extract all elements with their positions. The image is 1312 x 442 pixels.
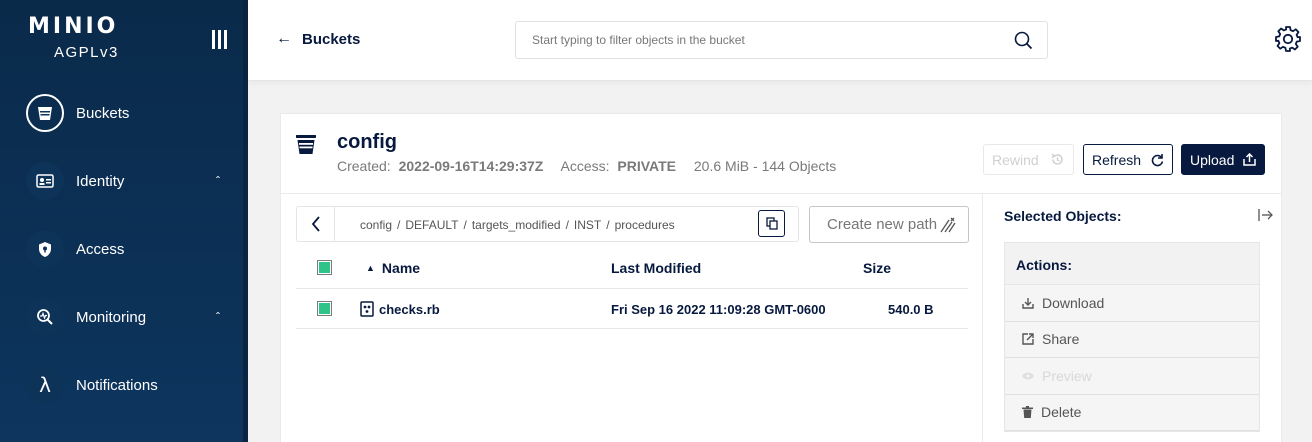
- search-input[interactable]: [516, 22, 996, 58]
- search-icon[interactable]: [1014, 31, 1033, 50]
- sidebar-item-notifications[interactable]: λ Notifications: [26, 365, 236, 405]
- create-new-path-button[interactable]: Create new path: [809, 206, 969, 243]
- chevron-up-icon: ˆ: [216, 310, 220, 324]
- back-link-label: Buckets: [302, 30, 361, 48]
- breadcrumb-separator: /: [463, 218, 467, 232]
- close-panel-icon[interactable]: [1258, 208, 1274, 222]
- size-cell: 540.0 B: [888, 302, 934, 317]
- bucket-usage: 20.6 MiB - 144 Objects: [693, 158, 837, 174]
- sort-ascending-icon: ▲: [366, 263, 375, 273]
- access-label: Access:: [560, 158, 610, 174]
- download-action[interactable]: Download: [1005, 285, 1259, 322]
- bucket-meta: Created: 2022-09-16T14:29:37Z Access: PR…: [337, 158, 836, 174]
- sidebar-item-label: Monitoring: [76, 308, 147, 326]
- share-icon: [1022, 333, 1034, 345]
- sidebar-item-access[interactable]: Access: [26, 229, 236, 269]
- table-row[interactable]: checks.rb Fri Sep 16 2022 11:09:28 GMT-0…: [296, 289, 968, 329]
- action-label: Delete: [1041, 404, 1082, 421]
- column-header-name[interactable]: ▲ Name: [366, 260, 420, 276]
- upload-button[interactable]: Upload: [1181, 144, 1265, 175]
- row-checkbox[interactable]: [317, 301, 332, 316]
- new-path-icon: [940, 217, 956, 233]
- file-icon: [360, 301, 374, 317]
- sidebar: MINIO AGPLv3 Buckets Identity ˆ Access M…: [0, 0, 243, 442]
- selected-objects-title: Selected Objects:: [1004, 208, 1122, 224]
- column-header-label: Name: [381, 260, 421, 276]
- rewind-label: Rewind: [992, 151, 1039, 168]
- upload-icon: [1243, 153, 1256, 166]
- bucket-icon: [296, 135, 316, 154]
- top-bar: ← Buckets: [248, 0, 1312, 81]
- object-filter-search: [515, 21, 1048, 59]
- actions-panel: Actions: Download Share Preview Delete: [1004, 242, 1260, 432]
- monitoring-icon: [26, 298, 64, 336]
- lambda-icon: λ: [26, 366, 64, 404]
- sidebar-item-buckets[interactable]: Buckets: [26, 93, 236, 133]
- breadcrumb-segment-config[interactable]: config: [360, 218, 392, 232]
- breadcrumb-path: config / DEFAULT / targets_modified / INST / pro…: [360, 218, 675, 232]
- column-header-size[interactable]: Size: [863, 260, 891, 276]
- arrow-left-icon: ←: [276, 30, 292, 47]
- last-modified-cell: Fri Sep 16 2022 11:09:28 GMT-0600: [611, 302, 826, 317]
- upload-label: Upload: [1190, 151, 1235, 168]
- identity-icon: [26, 162, 64, 200]
- breadcrumb-separator: /: [397, 218, 401, 232]
- action-label: Download: [1042, 294, 1105, 311]
- column-header-last-modified[interactable]: Last Modified: [611, 260, 701, 276]
- create-new-path-label: Create new path: [827, 216, 938, 233]
- gear-icon[interactable]: [1274, 25, 1302, 53]
- panel-divider: [281, 193, 1281, 194]
- sidebar-item-identity[interactable]: Identity ˆ: [26, 161, 236, 201]
- actions-title: Actions:: [1005, 243, 1259, 285]
- sidebar-item-label: Access: [76, 240, 125, 258]
- sidebar-item-label: Buckets: [76, 104, 130, 122]
- file-name-cell: checks.rb: [360, 301, 440, 317]
- sidebar-item-monitoring[interactable]: Monitoring ˆ: [26, 297, 236, 337]
- access-value: PRIVATE: [617, 158, 676, 174]
- refresh-icon: [1151, 153, 1164, 166]
- breadcrumb: config / DEFAULT / targets_modified / INST / pro…: [296, 206, 799, 242]
- sidebar-item-label: Identity: [76, 172, 125, 190]
- breadcrumb-separator: /: [606, 218, 610, 232]
- download-icon: [1022, 297, 1034, 309]
- breadcrumb-segment-default[interactable]: DEFAULT: [405, 218, 458, 232]
- breadcrumb-segment-procedures[interactable]: procedures: [615, 218, 675, 232]
- minio-logo: MINIO: [28, 14, 119, 39]
- sidebar-item-label: Notifications: [76, 376, 158, 394]
- back-to-buckets-link[interactable]: ← Buckets: [276, 30, 360, 48]
- panel-vertical-divider: [982, 193, 983, 442]
- bucket-icon: [26, 94, 64, 132]
- delete-action[interactable]: Delete: [1005, 394, 1259, 431]
- breadcrumb-back-button[interactable]: [297, 207, 335, 241]
- collapse-sidebar-icon[interactable]: [212, 30, 228, 50]
- bucket-name: config: [337, 131, 397, 153]
- copy-path-button[interactable]: [758, 210, 785, 237]
- trash-icon: [1022, 406, 1033, 419]
- refresh-label: Refresh: [1092, 151, 1142, 168]
- rewind-button[interactable]: Rewind: [983, 144, 1074, 175]
- action-label: Share: [1042, 331, 1080, 348]
- preview-action: Preview: [1005, 358, 1259, 395]
- chevron-up-icon: ˆ: [216, 174, 220, 188]
- license-label: AGPLv3: [54, 44, 119, 61]
- rewind-icon: [1051, 153, 1063, 165]
- shield-icon: [26, 230, 64, 268]
- action-label: Preview: [1042, 367, 1092, 384]
- copy-icon: [765, 217, 778, 230]
- created-value: 2022-09-16T14:29:37Z: [398, 158, 544, 174]
- file-name: checks.rb: [379, 301, 440, 317]
- eye-icon: [1022, 372, 1034, 380]
- share-action[interactable]: Share: [1005, 321, 1259, 358]
- bucket-panel: config Created: 2022-09-16T14:29:37Z Acc…: [280, 113, 1282, 442]
- breadcrumb-segment-targets-modified[interactable]: targets_modified: [472, 218, 561, 232]
- table-header: ▲ Name Last Modified Size: [296, 247, 968, 289]
- created-label: Created:: [337, 158, 391, 174]
- select-all-checkbox[interactable]: [317, 260, 332, 275]
- chevron-left-icon: [311, 216, 320, 232]
- refresh-button[interactable]: Refresh: [1083, 144, 1173, 175]
- breadcrumb-separator: /: [565, 218, 569, 232]
- breadcrumb-segment-inst[interactable]: INST: [574, 218, 601, 232]
